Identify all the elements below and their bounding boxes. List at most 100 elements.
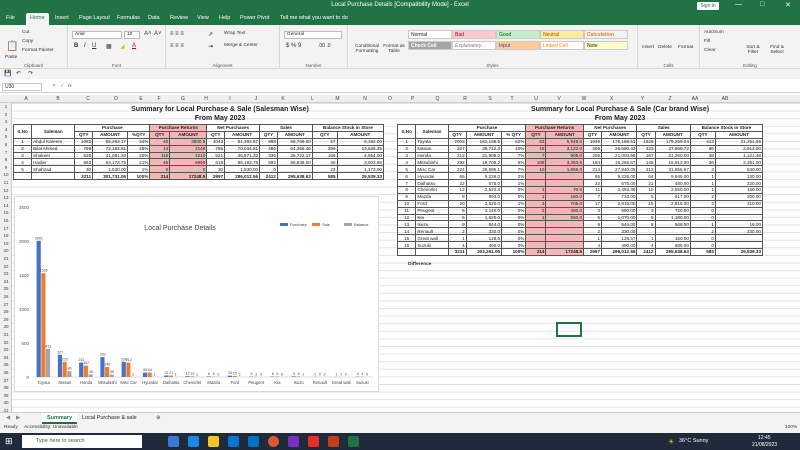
number-format-select[interactable]: General — [284, 31, 342, 39]
purchase-chart[interactable]: Local Purchase Details 0 500 1000 1500 2000 25… — [14, 196, 379, 392]
autosum-button[interactable]: AutoSum — [704, 30, 724, 35]
row-header[interactable]: 12 — [0, 188, 12, 193]
paste-icon[interactable]: 📋 — [6, 41, 18, 52]
tab-file[interactable]: File — [6, 15, 15, 21]
row-header[interactable]: 8 — [0, 157, 12, 162]
row-header[interactable]: 36 — [0, 370, 12, 375]
style-good[interactable]: Good — [496, 30, 540, 39]
row-header[interactable]: 27 — [0, 302, 12, 307]
column-header[interactable]: AB — [710, 96, 740, 102]
minimize-icon[interactable]: — — [735, 1, 742, 8]
row-header[interactable]: 16 — [0, 218, 12, 223]
column-header[interactable]: K — [266, 96, 300, 102]
conditional-formatting-button[interactable]: Conditional Formatting — [352, 44, 382, 54]
currency-icon[interactable]: $ % 9 — [286, 43, 301, 49]
row-header[interactable]: 19 — [0, 241, 12, 246]
row-header[interactable]: 35 — [0, 362, 12, 367]
sign-in-button[interactable]: Sign in — [697, 2, 719, 10]
row-header[interactable]: 31 — [0, 332, 12, 337]
row-header[interactable]: 29 — [0, 317, 12, 322]
zoom-level[interactable]: 100% — [785, 425, 797, 430]
style-explanatory[interactable]: Explanatory... — [452, 41, 496, 50]
enter-icon[interactable]: ✓ — [60, 84, 64, 89]
format-as-table-button[interactable]: Format as Table — [382, 44, 406, 54]
row-header[interactable]: 5 — [0, 134, 12, 139]
grow-font-icon[interactable]: A˄ — [144, 31, 152, 37]
column-header[interactable]: Q — [425, 96, 450, 102]
row-header[interactable]: 4 — [0, 127, 12, 132]
column-header[interactable]: R — [450, 96, 480, 102]
style-bad[interactable]: Bad — [452, 30, 496, 39]
column-header[interactable]: V — [548, 96, 570, 102]
weather-text[interactable]: 36°C Sunny — [679, 438, 708, 444]
store-icon[interactable] — [228, 436, 239, 447]
indent-icon[interactable]: ⇥ — [208, 43, 213, 50]
row-header[interactable]: 7 — [0, 150, 12, 155]
style-normal[interactable]: Normal — [408, 30, 452, 39]
column-header[interactable]: F — [150, 96, 168, 102]
tab-review[interactable]: Review — [170, 15, 188, 21]
italic-icon[interactable]: I — [84, 43, 86, 49]
app-icon[interactable] — [288, 436, 299, 447]
row-header[interactable]: 3 — [0, 119, 12, 124]
find-select-button[interactable]: Find & Select — [766, 45, 788, 55]
align-top-icon[interactable]: ≡ ≡ ≡ — [170, 31, 184, 37]
row-header[interactable]: 38 — [0, 385, 12, 390]
pdf-icon[interactable] — [308, 436, 319, 447]
tab-local-purchase-sale[interactable]: Local Purchase & sale — [82, 415, 137, 421]
row-header[interactable]: 37 — [0, 378, 12, 383]
column-header[interactable]: Z — [660, 96, 680, 102]
column-header[interactable]: G — [168, 96, 198, 102]
row-header[interactable]: 10 — [0, 172, 12, 177]
row-header[interactable]: 9 — [0, 165, 12, 170]
clock-date[interactable]: 21/08/2023 — [752, 442, 777, 448]
row-header[interactable]: 24 — [0, 279, 12, 284]
cut-button[interactable]: Cut — [22, 30, 29, 35]
column-header[interactable]: L — [300, 96, 325, 102]
column-header[interactable]: W — [570, 96, 598, 102]
insert-function-icon[interactable]: fx — [68, 84, 72, 89]
column-header[interactable]: E — [132, 96, 150, 102]
column-header[interactable]: N — [350, 96, 380, 102]
insert-cells-button[interactable]: Insert — [642, 45, 654, 50]
row-header[interactable]: 22 — [0, 264, 12, 269]
style-calculation[interactable]: Calculation — [584, 30, 628, 39]
tab-summary[interactable]: Summary — [42, 413, 78, 424]
tab-view[interactable]: View — [197, 15, 209, 21]
column-header[interactable]: T — [500, 96, 524, 102]
row-header[interactable]: 20 — [0, 248, 12, 253]
tab-data[interactable]: Data — [148, 15, 160, 21]
row-header[interactable]: 14 — [0, 203, 12, 208]
style-check-cell[interactable]: Check Cell — [408, 41, 452, 50]
row-header[interactable]: 25 — [0, 286, 12, 291]
sort-filter-button[interactable]: Sort & Filter — [742, 45, 764, 55]
row-header[interactable]: 1 — [0, 104, 12, 109]
style-note[interactable]: Note — [584, 41, 628, 50]
row-header[interactable]: 15 — [0, 210, 12, 215]
row-header[interactable]: 17 — [0, 226, 12, 231]
wrap-text-button[interactable]: Wrap Text — [224, 31, 245, 36]
scroll-left-icon[interactable]: ◀ — [6, 415, 10, 421]
decimal-icon[interactable]: .00 .0 — [318, 43, 331, 49]
undo-icon[interactable]: ↶ — [16, 70, 21, 77]
underline-icon[interactable]: U — [92, 43, 96, 49]
delete-cells-button[interactable]: Delete — [658, 45, 672, 50]
paste-button[interactable]: Paste — [5, 55, 17, 60]
format-cells-button[interactable]: Format — [678, 45, 693, 50]
column-header[interactable]: J — [246, 96, 266, 102]
shrink-font-icon[interactable]: A˅ — [154, 31, 162, 37]
save-icon[interactable]: 💾 — [4, 70, 11, 77]
column-header[interactable]: P — [400, 96, 425, 102]
column-header[interactable]: AA — [680, 96, 710, 102]
cancel-icon[interactable]: ✕ — [52, 84, 56, 89]
tab-page-layout[interactable]: Page Layout — [79, 15, 110, 21]
style-input[interactable]: Input — [496, 41, 540, 50]
column-header[interactable]: D — [100, 96, 132, 102]
font-color-icon[interactable]: A — [132, 43, 136, 49]
windows-start-icon[interactable]: ⊞ — [5, 436, 13, 447]
powerpoint-icon[interactable] — [328, 436, 339, 447]
format-painter-button[interactable]: Format Painter — [22, 48, 54, 53]
close-icon[interactable]: ✕ — [785, 1, 791, 9]
row-header[interactable]: 23 — [0, 271, 12, 276]
name-box[interactable]: U30 — [2, 83, 42, 91]
